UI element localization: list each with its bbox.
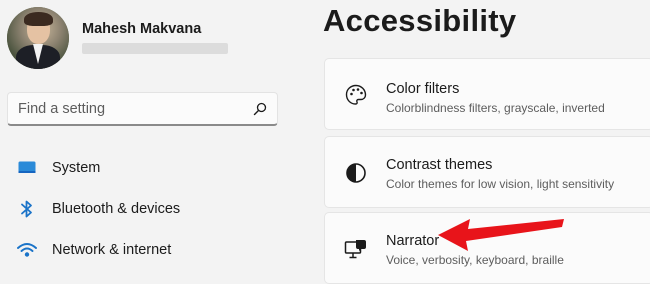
card-subtitle: Color themes for low vision, light sensi… <box>386 177 615 191</box>
card-title: Color filters <box>386 81 460 97</box>
bluetooth-icon <box>17 199 37 219</box>
narrator-icon <box>344 240 366 259</box>
card-subtitle: Voice, verbosity, keyboard, braille <box>386 253 564 267</box>
user-profile[interactable]: Mahesh Makvana <box>7 7 228 69</box>
sidebar-item-bluetooth[interactable]: Bluetooth & devices <box>17 199 180 219</box>
search-icon[interactable] <box>253 102 267 116</box>
card-title: Contrast themes <box>386 157 493 173</box>
contrast-icon <box>346 163 366 183</box>
sidebar: Mahesh Makvana Find a setting System Blu… <box>0 0 320 284</box>
wifi-icon <box>17 240 37 260</box>
sidebar-item-system[interactable]: System <box>17 158 100 178</box>
card-subtitle: Colorblindness filters, grayscale, inver… <box>386 101 605 115</box>
monitor-icon <box>17 158 37 178</box>
user-name: Mahesh Makvana <box>82 21 202 37</box>
page-title: Accessibility <box>323 3 517 38</box>
annotation-arrow <box>438 219 564 251</box>
setting-card-contrast-themes[interactable]: Contrast themes Color themes for low vis… <box>324 136 650 208</box>
user-email-redacted <box>82 43 228 54</box>
sidebar-item-label: Network & internet <box>52 242 172 258</box>
search-input[interactable]: Find a setting <box>18 101 253 117</box>
search-box[interactable]: Find a setting <box>7 92 278 126</box>
sidebar-item-network[interactable]: Network & internet <box>17 240 171 260</box>
sidebar-item-label: System <box>52 160 101 176</box>
card-title: Narrator <box>386 233 440 249</box>
setting-card-color-filters[interactable]: Color filters Colorblindness filters, gr… <box>324 58 650 130</box>
avatar <box>7 7 69 69</box>
palette-icon <box>345 84 367 105</box>
sidebar-item-label: Bluetooth & devices <box>52 201 181 217</box>
